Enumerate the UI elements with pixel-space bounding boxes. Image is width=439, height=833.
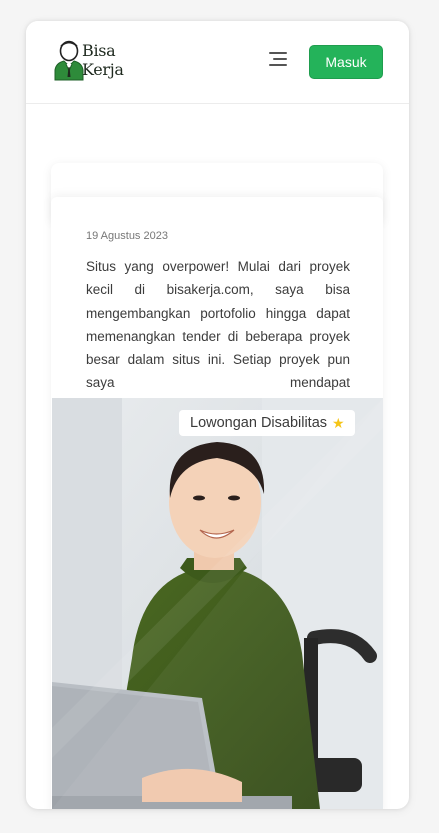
brand-wordmark: Bisa Kerja [82,41,124,79]
testimonial-date: 19 Agustus 2023 [86,230,168,242]
brand-logo[interactable]: Bisa Kerja [54,37,144,85]
menu-button[interactable] [265,51,287,69]
login-button[interactable]: Masuk [309,45,383,79]
woman-laptop-illustration [52,398,383,809]
category-badge[interactable]: Lowongan Disabilitas ★ [179,410,355,436]
brand-line-2: Kerja [82,60,124,79]
star-icon: ★ [332,414,345,431]
brand-line-1: Bisa [82,41,116,60]
site-header: Bisa Kerja Masuk [26,21,409,104]
mobile-frame: Bisa Kerja Masuk 19 Agustus 2023 Situs y… [26,21,409,809]
testimonial-text: Situs yang overpower! Mulai dari proyek … [86,259,350,391]
badge-label: Lowongan Disabilitas [190,415,328,431]
hero-photo: Lowongan Disabilitas ★ [52,398,383,809]
